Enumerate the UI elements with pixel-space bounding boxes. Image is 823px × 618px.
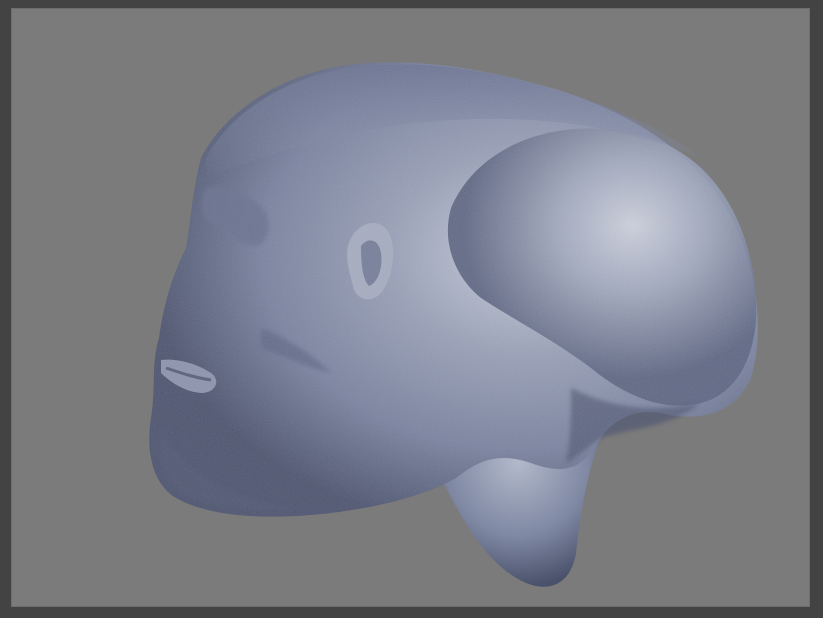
sculpt-head-model[interactable] [11,8,810,607]
app-window [0,0,823,618]
3d-viewport[interactable] [11,8,810,607]
skin-texture [149,62,758,517]
